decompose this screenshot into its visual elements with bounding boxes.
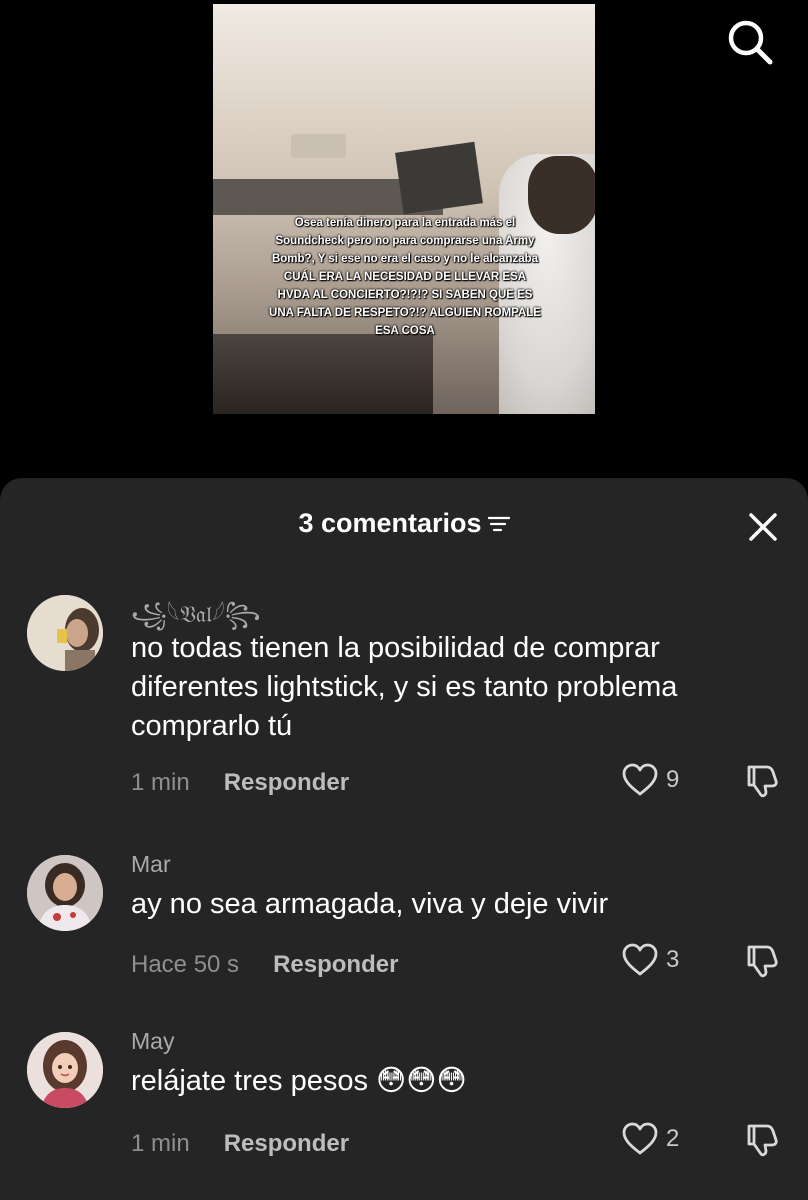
- comment-meta: Hace 50 s Responder: [131, 951, 398, 979]
- avatar[interactable]: [27, 855, 103, 931]
- comments-count-title: 3 comentarios: [298, 508, 482, 538]
- heart-icon: [622, 943, 658, 976]
- sort-filter-icon[interactable]: [487, 515, 510, 533]
- comment-username[interactable]: May: [131, 1028, 174, 1055]
- like-button[interactable]: 9: [622, 763, 679, 797]
- reply-button[interactable]: Responder: [273, 951, 398, 979]
- heart-icon: [622, 763, 658, 796]
- video-thumbnail[interactable]: Osea tenía dinero para la entrada más el…: [213, 4, 595, 414]
- search-button[interactable]: [722, 14, 776, 68]
- like-count: 3: [666, 946, 680, 973]
- comment-meta: 1 min Responder: [131, 1130, 349, 1158]
- comment-time: 1 min: [131, 769, 190, 796]
- heart-icon: [622, 1122, 658, 1155]
- avatar[interactable]: [27, 1032, 103, 1108]
- like-button[interactable]: 3: [622, 943, 679, 977]
- comment-item: ꧁𓆩𝔙𝔞𝔩𓆪꧂ no todas tienen la posibilidad d…: [0, 573, 808, 813]
- video-area: Osea tenía dinero para la entrada más el…: [0, 0, 808, 480]
- comments-sheet: 3 comentarios ꧁𓆩𝔙𝔞𝔩𓆪꧂ no todas tienen la…: [0, 478, 808, 1200]
- search-icon: [728, 20, 773, 65]
- comment-item: Mar ay no sea armagada, viva y deje vivi…: [0, 843, 808, 983]
- dislike-button[interactable]: [744, 763, 780, 799]
- comment-text-content: relájate tres pesos 😳😳😳: [131, 1065, 467, 1097]
- like-count: 9: [666, 766, 680, 793]
- avatar-image: [27, 1032, 103, 1108]
- thumbs-down-icon: [747, 765, 778, 798]
- comment-time: Hace 50 s: [131, 951, 240, 978]
- video-caption: Osea tenía dinero para la entrada más el…: [269, 217, 541, 337]
- sheet-title-row: 3 comentarios: [0, 508, 808, 539]
- avatar[interactable]: [27, 595, 103, 671]
- like-button[interactable]: 2: [622, 1122, 679, 1156]
- thumbs-down-icon: [747, 1124, 778, 1157]
- video-scene-shadow: [213, 334, 433, 414]
- video-scene-frame: [395, 141, 483, 215]
- sheet-title-wrap: 3 comentarios: [298, 508, 510, 539]
- avatar-image: [27, 595, 103, 671]
- sheet-header: 3 comentarios: [0, 478, 808, 570]
- video-scene-ceiling: [213, 4, 595, 114]
- thumbs-down-icon: [747, 945, 778, 978]
- reply-button[interactable]: Responder: [224, 769, 349, 797]
- dislike-button[interactable]: [744, 1122, 780, 1158]
- like-count: 2: [666, 1125, 680, 1152]
- comment-username[interactable]: Mar: [131, 851, 171, 878]
- comment-text: no todas tienen la posibilidad de compra…: [131, 632, 678, 742]
- close-icon: [749, 513, 777, 541]
- comment-text: relájate tres pesos 😳😳😳: [131, 1062, 731, 1101]
- avatar-image: [27, 855, 103, 931]
- comment-text: ay no sea armagada, viva y deje vivir: [131, 888, 609, 920]
- video-scene-lamp: [291, 134, 346, 158]
- reply-button[interactable]: Responder: [224, 1130, 349, 1158]
- comment-time: 1 min: [131, 1130, 190, 1157]
- dislike-button[interactable]: [744, 943, 780, 979]
- comment-meta: 1 min Responder: [131, 769, 349, 797]
- close-button[interactable]: [742, 506, 784, 548]
- comment-item: May relájate tres pesos 😳😳😳 1 min Respon…: [0, 1020, 808, 1170]
